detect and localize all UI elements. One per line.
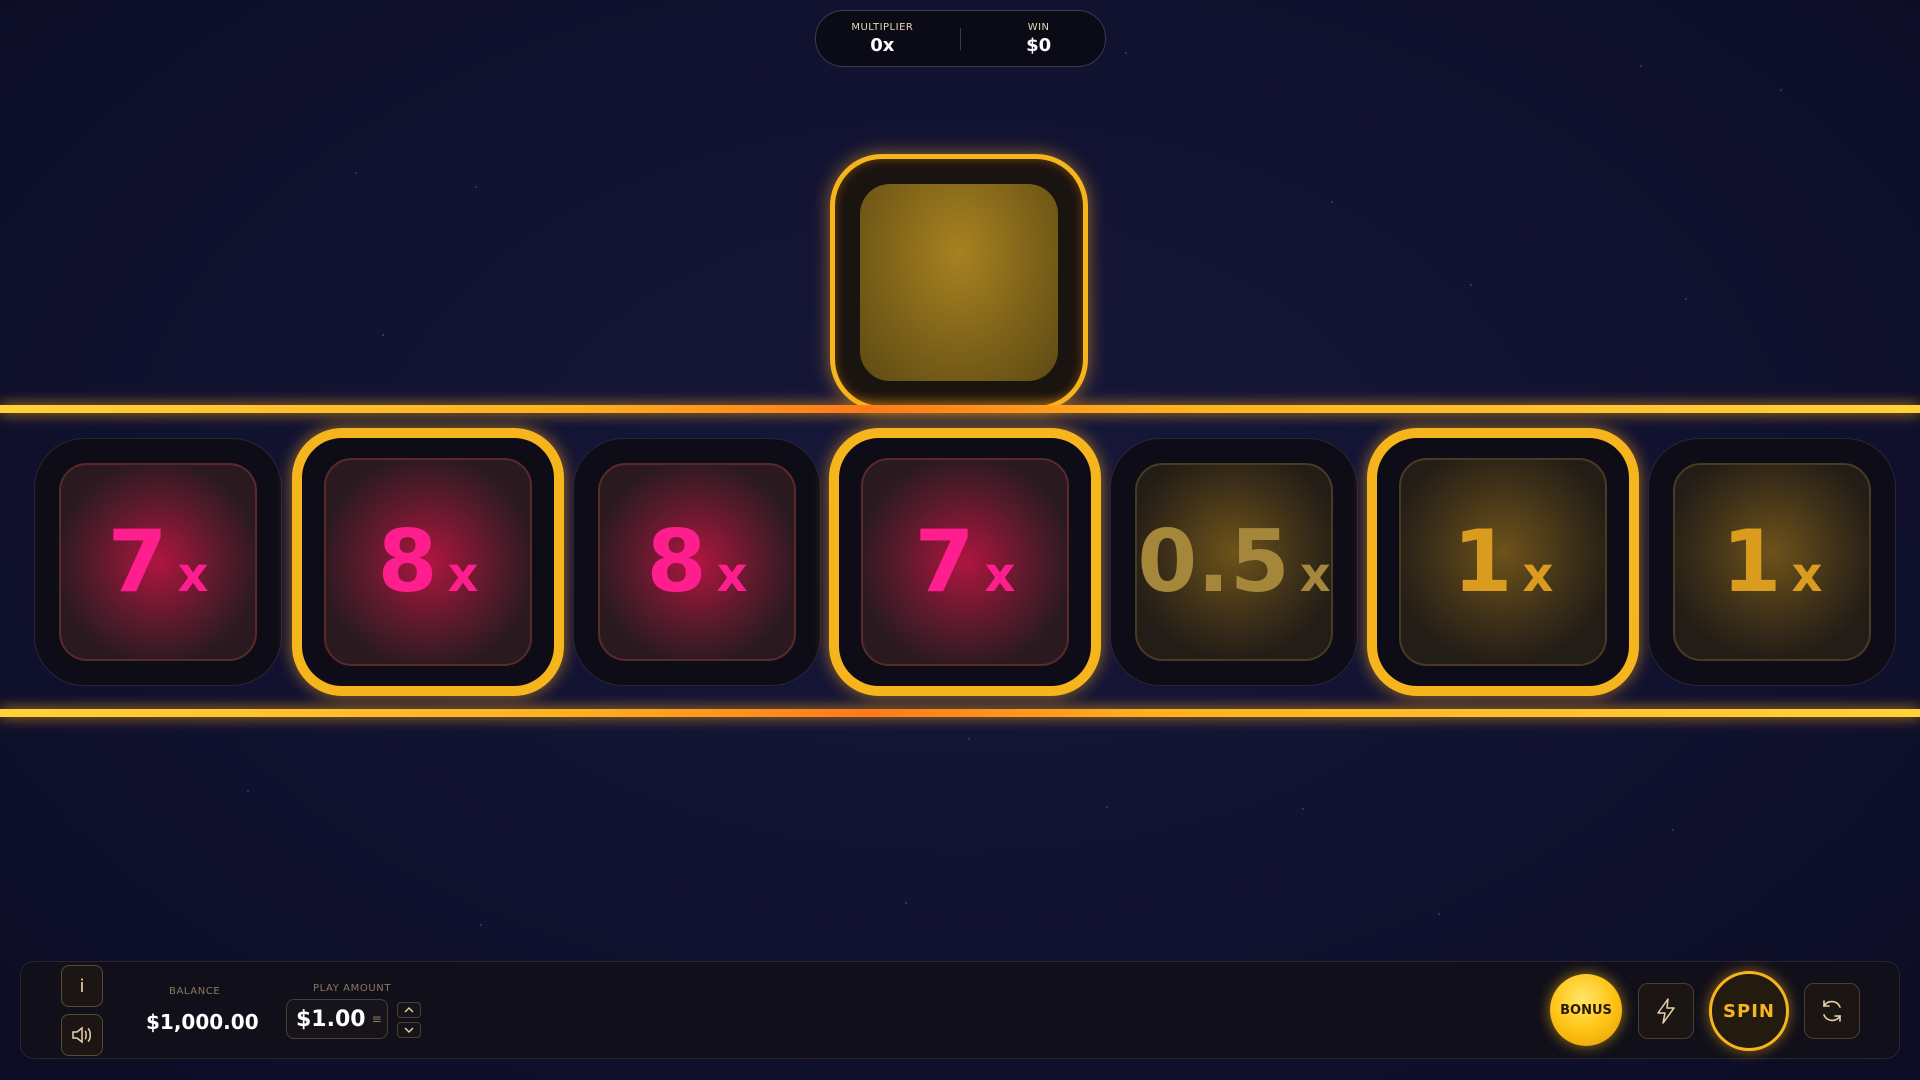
menu-lines-icon: ≡	[371, 1012, 382, 1026]
refresh-icon	[1823, 1000, 1841, 1022]
multiplier-symbol: 1 x	[1453, 519, 1554, 605]
bonus-button[interactable]: BONUS	[1550, 974, 1622, 1046]
control-bar: i BALANCE $1,000.00 PLAY AMOUNT $1.00 ≡ …	[20, 961, 1900, 1059]
reel-tile: 8 x	[573, 438, 821, 686]
multiplier-x: x	[1791, 547, 1823, 603]
reel-tile-highlighted: 1 x	[1367, 428, 1639, 696]
divider	[959, 27, 961, 50]
play-amount-value: $1.00	[296, 1006, 366, 1032]
multiplier-number: 8	[646, 512, 707, 612]
spin-label: SPIN	[1723, 1000, 1775, 1022]
star	[1125, 52, 1127, 54]
bonus-label: BONUS	[1560, 1002, 1612, 1018]
multiplier-x: x	[984, 547, 1016, 603]
star	[1470, 284, 1472, 286]
win-display: WIN $0	[984, 22, 1094, 56]
multiplier-label: MULTIPLIER	[851, 21, 914, 33]
star	[1640, 65, 1642, 67]
tile-face: 8 x	[324, 458, 532, 666]
multiplier-x: x	[1299, 547, 1331, 603]
multiplier-symbol: 1 x	[1722, 519, 1823, 605]
tile-face: 7 x	[861, 458, 1069, 666]
multiplier-display: MULTIPLIER 0x	[827, 22, 937, 56]
reel-bottom-rail	[0, 709, 1920, 717]
star	[1302, 808, 1304, 810]
tile-face: 1 x	[1673, 463, 1871, 661]
tile-face: 8 x	[598, 463, 796, 661]
multiplier-number: 1	[1721, 512, 1782, 612]
multiplier-number: 7	[107, 512, 168, 612]
chevron-down-icon	[404, 1027, 414, 1033]
reel-tile: 7 x	[34, 438, 282, 686]
star	[1438, 913, 1440, 915]
reel-selector	[830, 154, 1088, 411]
star	[1780, 89, 1782, 91]
autoplay-button[interactable]	[1804, 983, 1860, 1039]
multiplier-symbol: 8 x	[647, 519, 748, 605]
multiplier-number: 0.5	[1137, 512, 1290, 612]
balance-label: BALANCE	[169, 986, 221, 997]
tile-face: 7 x	[59, 463, 257, 661]
play-amount-label: PLAY AMOUNT	[313, 983, 392, 994]
speaker-icon	[72, 1026, 91, 1044]
reel-top-rail	[0, 405, 1920, 413]
info-button[interactable]: i	[61, 965, 103, 1007]
star	[1106, 806, 1108, 808]
tile-face: 1 x	[1399, 458, 1607, 666]
win-multiplier-panel: MULTIPLIER 0x WIN $0	[815, 10, 1106, 67]
reel-tile: 0.5 x	[1110, 438, 1358, 686]
star	[480, 924, 482, 926]
star	[247, 790, 249, 792]
selector-window	[860, 184, 1058, 381]
multiplier-number: 8	[377, 512, 438, 612]
info-label: i	[79, 975, 85, 997]
turbo-button[interactable]	[1638, 983, 1694, 1039]
star	[355, 172, 357, 174]
multiplier-number: 1	[1452, 512, 1513, 612]
tile-face: 0.5 x	[1135, 463, 1333, 661]
multiplier-value: 0x	[870, 34, 895, 56]
reel-tile-highlighted: 7 x	[829, 428, 1101, 696]
multiplier-x: x	[716, 547, 748, 603]
play-amount-field[interactable]: $1.00 ≡	[286, 999, 388, 1039]
multiplier-x: x	[1522, 547, 1554, 603]
spin-button[interactable]: SPIN	[1709, 971, 1789, 1051]
star	[1331, 201, 1333, 203]
star	[1685, 298, 1687, 300]
star	[968, 738, 970, 740]
multiplier-symbol: 7 x	[915, 519, 1016, 605]
star	[1672, 829, 1674, 831]
win-label: WIN	[1027, 21, 1050, 33]
star	[475, 186, 477, 188]
reel-tile-highlighted: 8 x	[292, 428, 564, 696]
increase-amount-button[interactable]	[397, 1002, 421, 1018]
reel-tile: 1 x	[1648, 438, 1896, 686]
win-value: $0	[1026, 34, 1052, 56]
decrease-amount-button[interactable]	[397, 1022, 421, 1038]
multiplier-x: x	[177, 547, 209, 603]
star	[905, 902, 907, 904]
multiplier-symbol: 0.5 x	[1137, 519, 1330, 605]
sound-button[interactable]	[61, 1014, 103, 1056]
lightning-icon	[1657, 998, 1675, 1024]
multiplier-x: x	[447, 547, 479, 603]
star	[382, 334, 384, 336]
balance-value: $1,000.00	[146, 1010, 259, 1034]
chevron-up-icon	[404, 1007, 414, 1013]
multiplier-number: 7	[914, 512, 975, 612]
multiplier-symbol: 7 x	[108, 519, 209, 605]
multiplier-symbol: 8 x	[378, 519, 479, 605]
